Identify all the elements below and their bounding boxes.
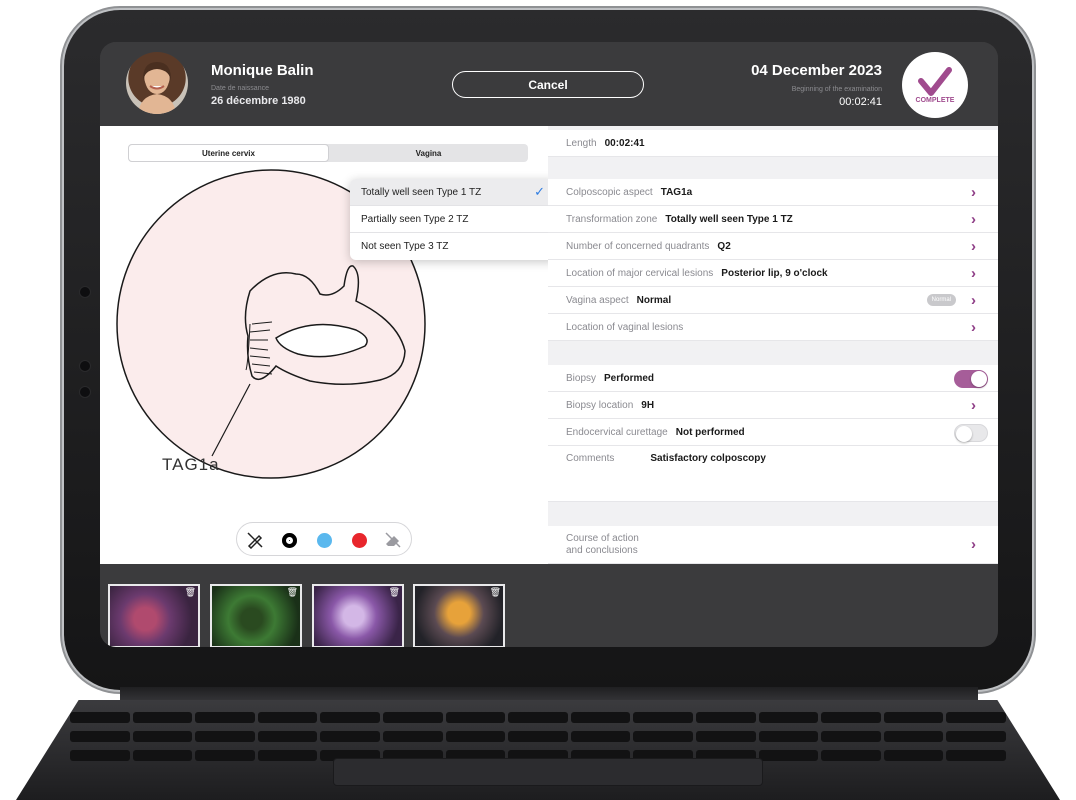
- comments-value[interactable]: Satisfactory colposcopy: [650, 453, 766, 464]
- cancel-button[interactable]: Cancel: [452, 71, 644, 98]
- length-label: Length: [566, 137, 597, 149]
- curettage-row: Endocervical curettage Not performed: [548, 419, 998, 446]
- curettage-toggle[interactable]: [954, 424, 988, 442]
- image-thumbnail[interactable]: 🗑: [210, 584, 302, 647]
- trash-icon[interactable]: 🗑: [389, 587, 400, 598]
- tz-value: Totally well seen Type 1 TZ: [665, 213, 793, 225]
- chevron-right-icon: ›: [971, 265, 976, 282]
- lesions-label: Location of major cervical lesions: [566, 267, 714, 279]
- image-thumbnail[interactable]: 🗑: [108, 584, 200, 647]
- biopsy-value: Performed: [604, 372, 655, 384]
- tab-vagina[interactable]: Vagina: [329, 144, 528, 162]
- chevron-right-icon: ›: [971, 536, 976, 553]
- blue-color-icon[interactable]: [314, 530, 334, 550]
- biopsy-row: Biopsy Performed: [548, 365, 998, 392]
- dropdown-option-type2[interactable]: Partially seen Type 2 TZ: [350, 206, 557, 233]
- pen-off-icon[interactable]: [245, 530, 265, 550]
- exam-timer: 00:02:41: [839, 96, 882, 108]
- trackpad[interactable]: [333, 758, 763, 786]
- complete-button[interactable]: COMPLETE: [902, 52, 968, 118]
- patient-avatar: [126, 52, 188, 114]
- checkmark-icon: ✓: [534, 184, 545, 199]
- eraser-icon[interactable]: [383, 530, 403, 550]
- course-of-action-row[interactable]: Course of action and conclusions ›: [548, 526, 998, 564]
- lesions-value: Posterior lip, 9 o'clock: [721, 267, 828, 279]
- tz-label: Transformation zone: [566, 213, 658, 225]
- vaginal-lesions-label: Location of vaginal lesions: [566, 321, 684, 333]
- region-segmented-control[interactable]: Uterine cervix Vagina: [128, 144, 528, 162]
- image-thumbnail[interactable]: 🗑: [413, 584, 505, 647]
- chevron-right-icon: ›: [971, 238, 976, 255]
- colposcopic-label: Colposcopic aspect: [566, 186, 653, 198]
- comments-row[interactable]: Comments Satisfactory colposcopy: [548, 446, 998, 502]
- chevron-right-icon: ›: [971, 292, 976, 309]
- curettage-value: Not performed: [675, 426, 745, 438]
- trash-icon[interactable]: 🗑: [287, 587, 298, 598]
- dob-label: Date de naissance: [211, 85, 269, 92]
- red-color-icon[interactable]: [349, 530, 369, 550]
- tag-annotation: TAG1a: [162, 455, 220, 474]
- drawing-pane: TAG1a Uterine cervix Vagina Totally well…: [100, 126, 557, 564]
- vagina-label: Vagina aspect: [566, 294, 629, 306]
- patient-header: Monique Balin Date de naissance 26 décem…: [100, 42, 998, 126]
- exam-form: Length 00:02:41 Colposcopic aspect TAG1a…: [548, 126, 998, 564]
- normal-badge: Normal: [926, 294, 956, 306]
- image-thumbnail[interactable]: 🗑: [312, 584, 404, 647]
- curettage-label: Endocervical curettage: [566, 426, 668, 438]
- black-color-icon[interactable]: [279, 530, 299, 550]
- trash-icon[interactable]: 🗑: [185, 587, 196, 598]
- transformation-zone-row[interactable]: Transformation zone Totally well seen Ty…: [548, 206, 998, 233]
- complete-label: COMPLETE: [915, 96, 955, 104]
- colposcopic-aspect-row[interactable]: Colposcopic aspect TAG1a ›: [548, 179, 998, 206]
- biopsy-location-value: 9H: [641, 399, 655, 411]
- course-label-line1: Course of action: [566, 532, 639, 544]
- tz-dropdown-menu: Totally well seen Type 1 TZ ✓ Partially …: [350, 179, 557, 260]
- quadrants-label: Number of concerned quadrants: [566, 240, 710, 252]
- course-label: Course of action and conclusions: [566, 533, 639, 557]
- checkmark-icon: [918, 66, 952, 96]
- biopsy-toggle[interactable]: [954, 370, 988, 388]
- quadrants-value: Q2: [717, 240, 731, 252]
- dropdown-option-type1[interactable]: Totally well seen Type 1 TZ ✓: [350, 179, 557, 206]
- vaginal-lesions-row[interactable]: Location of vaginal lesions ›: [548, 314, 998, 341]
- exam-start-label: Beginning of the examination: [791, 86, 882, 93]
- cervical-lesions-row[interactable]: Location of major cervical lesions Poste…: [548, 260, 998, 287]
- course-label-line2: and conclusions: [566, 544, 638, 556]
- trash-icon[interactable]: 🗑: [490, 587, 501, 598]
- option-label: Totally well seen Type 1 TZ: [361, 186, 482, 198]
- vagina-value: Normal: [636, 294, 672, 306]
- dropdown-option-type3[interactable]: Not seen Type 3 TZ: [350, 233, 557, 260]
- option-label: Not seen Type 3 TZ: [361, 241, 449, 252]
- patient-name: Monique Balin: [211, 62, 314, 79]
- biopsy-label: Biopsy: [566, 372, 597, 384]
- biopsy-location-row[interactable]: Biopsy location 9H ›: [548, 392, 998, 419]
- length-value: 00:02:41: [604, 137, 645, 149]
- vagina-aspect-row[interactable]: Vagina aspect Normal Normal ›: [548, 287, 998, 314]
- exam-date: 04 December 2023: [751, 62, 882, 79]
- biopsy-location-label: Biopsy location: [566, 399, 634, 411]
- sensor-dot: [79, 386, 91, 398]
- camera-dot: [79, 286, 91, 298]
- tab-uterine-cervix[interactable]: Uterine cervix: [128, 144, 329, 162]
- chevron-right-icon: ›: [971, 184, 976, 201]
- option-label: Partially seen Type 2 TZ: [361, 213, 469, 225]
- length-row: Length 00:02:41: [548, 130, 998, 157]
- chevron-right-icon: ›: [971, 319, 976, 336]
- drawing-toolbar: [236, 522, 412, 556]
- quadrants-row[interactable]: Number of concerned quadrants Q2 ›: [548, 233, 998, 260]
- comments-label: Comments: [566, 453, 615, 464]
- sensor-dot: [79, 360, 91, 372]
- colposcopic-value: TAG1a: [660, 186, 693, 198]
- chevron-right-icon: ›: [971, 397, 976, 414]
- chevron-right-icon: ›: [971, 211, 976, 228]
- patient-dob: 26 décembre 1980: [211, 95, 306, 107]
- app-screen: Monique Balin Date de naissance 26 décem…: [100, 42, 998, 647]
